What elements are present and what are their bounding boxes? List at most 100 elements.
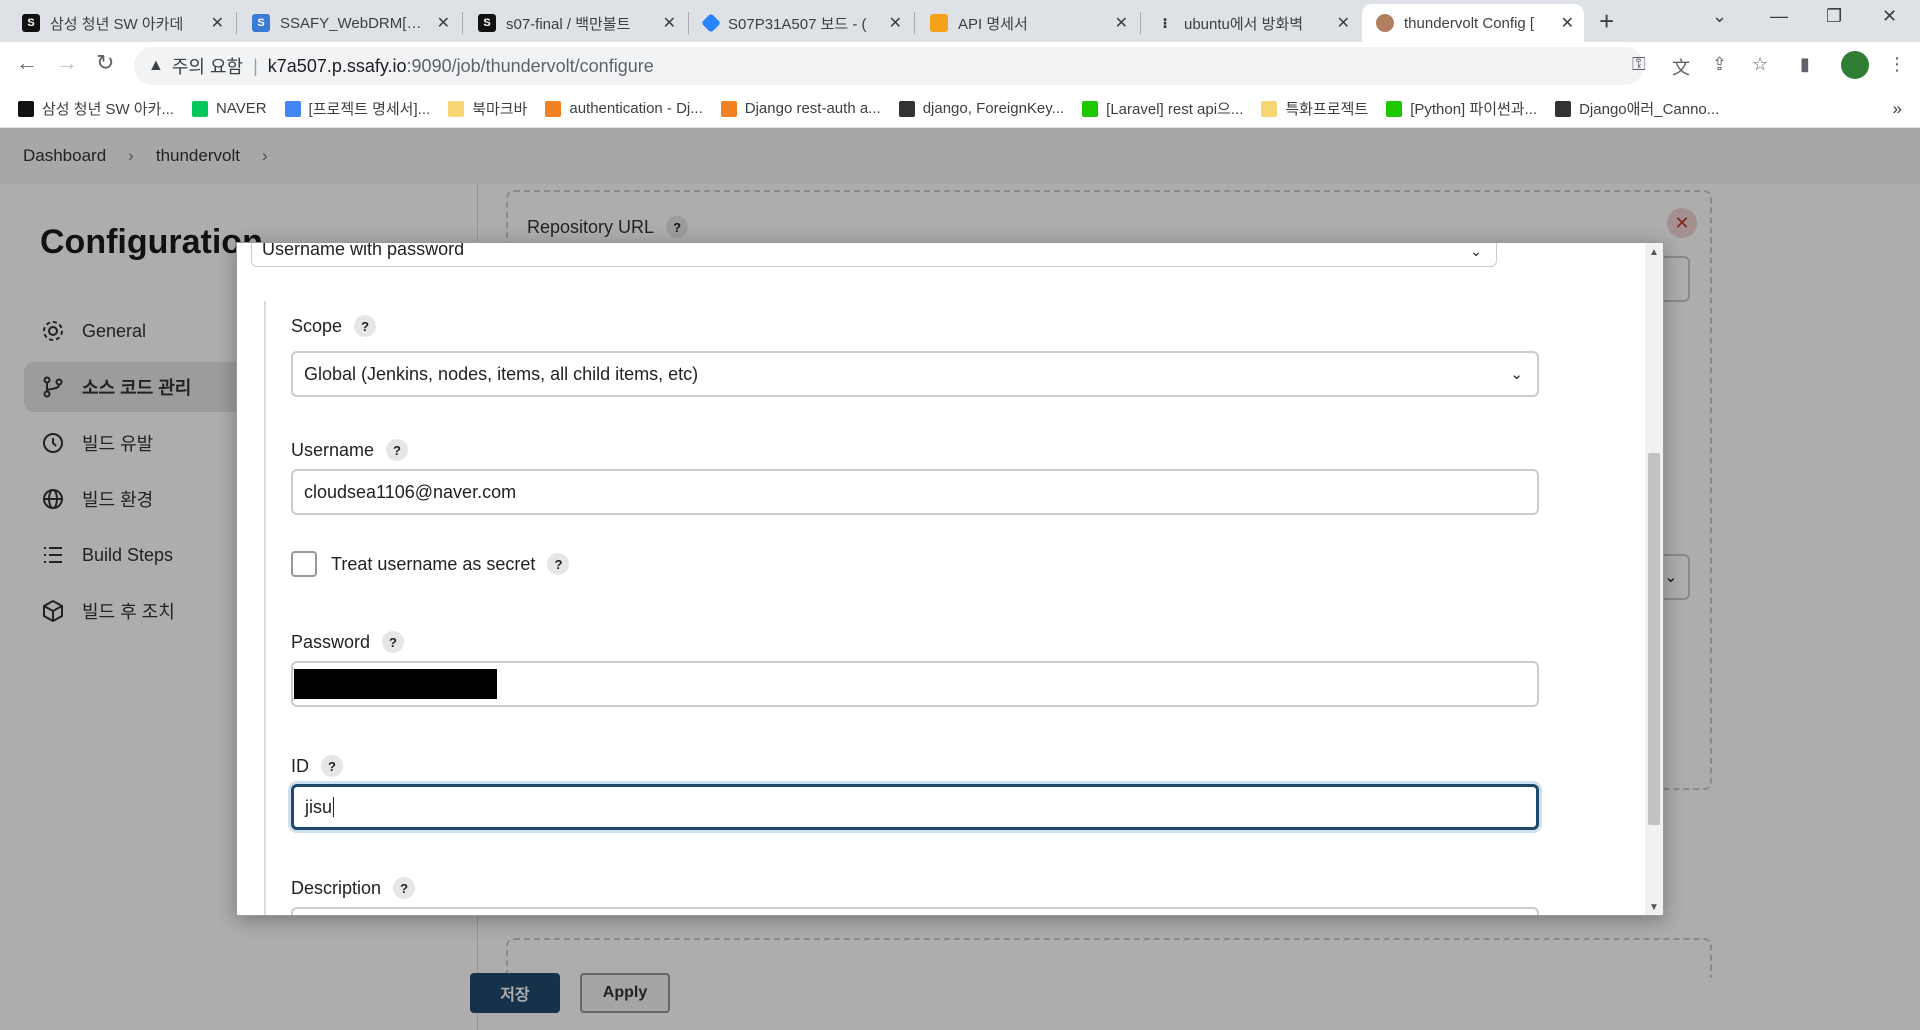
tab-favicon-icon: ⁝ (1162, 14, 1168, 31)
help-icon[interactable]: ? (547, 553, 570, 575)
username-input[interactable]: cloudsea1106@naver.com (291, 469, 1539, 515)
scope-select[interactable]: Global (Jenkins, nodes, items, all child… (291, 351, 1539, 397)
tab-close-icon[interactable]: ✕ (437, 13, 450, 33)
browser-tab[interactable]: S SSAFY_WebDRM[xRy] ✕ (238, 4, 460, 42)
tab-favicon-icon (701, 13, 721, 33)
tab-title: API 명세서 (958, 15, 1028, 33)
bookmark-item[interactable]: django, ForeignKey... (898, 100, 1064, 117)
tab-close-icon[interactable]: ✕ (1115, 13, 1128, 33)
stackoverflow-favicon-icon (720, 100, 737, 117)
warning-icon[interactable]: ▲ (148, 57, 164, 75)
side-panel-icon[interactable]: ▮ (1800, 54, 1810, 75)
bookmark-label: [Python] 파이썬과... (1410, 101, 1538, 118)
id-input-value: jisu (305, 796, 333, 817)
tab-close-icon[interactable]: ✕ (889, 13, 902, 33)
bookmark-item[interactable]: Django애러_Canno... (1555, 98, 1719, 119)
tab-divider (688, 12, 689, 34)
bookmark-item[interactable]: [Laravel] rest api으... (1082, 98, 1243, 119)
description-input[interactable] (291, 907, 1539, 915)
tab-favicon-icon: S (478, 14, 496, 32)
folder-icon (448, 100, 465, 117)
scroll-down-icon[interactable]: ▼ (1649, 902, 1659, 913)
password-input[interactable] (291, 661, 1539, 707)
security-label[interactable]: 주의 요함 (172, 53, 243, 79)
bookmark-item[interactable]: 삼성 청년 SW 아카... (18, 98, 174, 119)
treat-username-secret[interactable]: Treat username as secret ? (291, 551, 570, 577)
tab-close-icon[interactable]: ✕ (663, 13, 676, 33)
browser-tab[interactable]: S s07-final / 백만볼트 ✕ (464, 4, 686, 42)
scroll-up-icon[interactable]: ▲ (1649, 247, 1659, 258)
help-icon[interactable]: ? (321, 755, 343, 777)
bookmark-item[interactable]: [프로젝트 명세서]... (284, 98, 431, 119)
bookmark-folder[interactable]: 북마크바 (448, 98, 527, 119)
tab-close-icon[interactable]: ✕ (1561, 13, 1574, 33)
dots-favicon-icon (1555, 100, 1572, 117)
password-label-text: Password (291, 631, 371, 652)
bookmark-item[interactable]: [Python] 파이썬과... (1386, 98, 1537, 119)
new-tab-icon[interactable]: + (1599, 6, 1614, 37)
password-redaction (294, 669, 497, 699)
browser-tab-active[interactable]: thundervolt Config [ ✕ (1362, 4, 1584, 42)
bookmark-item[interactable]: authentication - Dj... (545, 100, 703, 117)
bookmark-folder[interactable]: 특화프로젝트 (1261, 98, 1368, 119)
bookmark-item[interactable]: Django rest-auth a... (720, 100, 881, 117)
tab-title: S07P31A507 보드 - ( (728, 15, 867, 33)
id-label: ID ? (291, 755, 343, 777)
menu-icon[interactable]: ⋮ (1888, 54, 1906, 75)
bookmark-label: authentication - Dj... (569, 100, 703, 117)
bookmark-label: [프로젝트 명세서]... (308, 101, 431, 118)
address-bar[interactable]: ▲ 주의 요함 | k7a507.p.ssafy.io:9090/job/thu… (134, 47, 1644, 85)
scope-label: Scope ? (291, 315, 377, 337)
browser-tab[interactable]: S07P31A507 보드 - ( ✕ (690, 4, 912, 42)
bookmark-star-icon[interactable]: ☆ (1752, 54, 1768, 75)
username-input-value: cloudsea1106@naver.com (304, 481, 517, 502)
tab-title: s07-final / 백만볼트 (506, 15, 631, 33)
tab-favicon-icon: S (22, 14, 40, 32)
browser-tab[interactable]: API 명세서 ✕ (916, 4, 1138, 42)
text-caret (333, 797, 335, 817)
back-icon[interactable]: ← (16, 50, 38, 76)
tab-search-chevron-icon[interactable]: ⌄ (1712, 6, 1727, 27)
id-input[interactable]: jisu (291, 784, 1539, 830)
tab-title: SSAFY_WebDRM[xRy] (280, 14, 429, 32)
tab-title: thundervolt Config [ (1404, 14, 1535, 32)
restore-icon[interactable]: ❐ (1826, 6, 1842, 27)
forward-icon[interactable]: → (56, 50, 78, 76)
kind-select[interactable]: Username with password ⌄ (251, 242, 1497, 267)
help-icon[interactable]: ? (354, 315, 377, 337)
dots-favicon-icon (898, 100, 915, 117)
window-close-icon[interactable]: ✕ (1882, 6, 1897, 27)
bookmark-item[interactable]: NAVER (191, 100, 267, 117)
chevron-down-icon: ⌄ (1510, 366, 1523, 383)
help-icon[interactable]: ? (382, 631, 405, 653)
help-icon[interactable]: ? (393, 877, 416, 899)
tab-title: ubuntu에서 방화벽 (1184, 15, 1304, 33)
bookmark-label: 삼성 청년 SW 아카... (42, 101, 174, 118)
tab-close-icon[interactable]: ✕ (1337, 13, 1350, 33)
kind-select-value: Username with password (262, 242, 465, 259)
key-icon[interactable]: ⚿ (1632, 54, 1646, 75)
more-bookmarks-icon[interactable]: » (1893, 99, 1902, 119)
share-icon[interactable]: ⇪ (1712, 54, 1727, 75)
bookmark-label: NAVER (215, 100, 267, 117)
folder-icon (1261, 100, 1278, 117)
id-label-text: ID (291, 755, 309, 776)
docs-favicon-icon (284, 100, 301, 117)
browser-tab[interactable]: S 삼성 청년 SW 아카데 ✕ (8, 4, 234, 42)
bookmark-label: 북마크바 (472, 101, 528, 118)
profile-avatar[interactable] (1841, 51, 1869, 79)
scrollbar-thumb[interactable] (1648, 453, 1660, 825)
help-icon[interactable]: ? (386, 439, 409, 461)
address-divider: | (253, 55, 258, 76)
chevron-down-icon: ⌄ (1470, 243, 1482, 259)
reload-icon[interactable]: ↻ (96, 50, 114, 76)
treat-username-secret-checkbox[interactable] (291, 551, 317, 577)
dialog-scrollbar[interactable]: ▲ ▼ (1645, 243, 1663, 915)
tab-divider (236, 12, 237, 34)
blog-favicon-icon (1386, 100, 1403, 117)
tab-close-icon[interactable]: ✕ (211, 13, 224, 33)
minimize-icon[interactable]: — (1770, 6, 1788, 27)
description-label: Description ? (291, 877, 416, 899)
translate-icon[interactable]: 文 (1672, 54, 1690, 80)
browser-tab[interactable]: ⁝ ubuntu에서 방화벽 ✕ (1142, 4, 1360, 42)
